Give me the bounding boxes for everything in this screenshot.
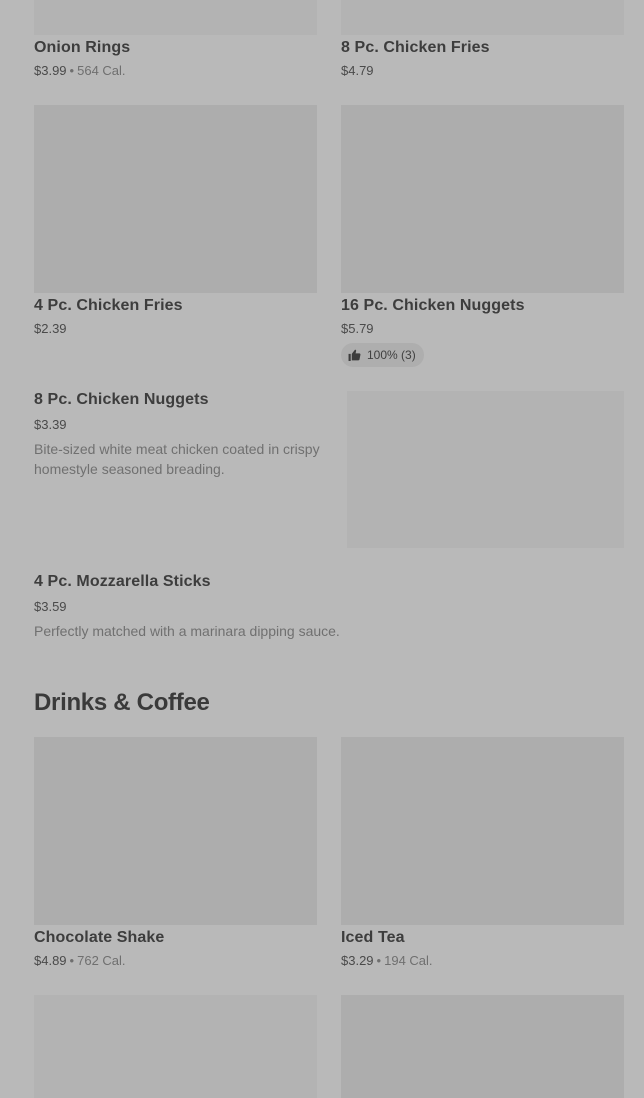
calories: 194 Cal. <box>384 953 433 968</box>
rating-text: 100% (3) <box>367 348 416 362</box>
thumbs-up-icon <box>348 349 361 361</box>
item-name-4pc-mozzarella-sticks[interactable]: 4 Pc. Mozzarella Sticks <box>34 573 211 591</box>
item-price-8pc-chicken-fries: $4.79 <box>341 63 374 78</box>
iced-tea-image[interactable] <box>341 737 624 925</box>
separator-dot: • <box>69 953 75 968</box>
drink-image[interactable] <box>34 995 317 1098</box>
menu-page: Onion Rings $3.99 • 564 Cal. 8 Pc. Chicken… <box>0 0 644 1098</box>
item-price-4pc-chicken-fries: $2.39 <box>34 321 67 336</box>
price: $3.39 <box>34 417 67 432</box>
item-price-onion-rings: $3.99 • 564 Cal. <box>34 63 126 78</box>
item-name-8pc-chicken-fries[interactable]: 8 Pc. Chicken Fries <box>341 39 490 57</box>
separator-dot: • <box>376 953 382 968</box>
8pc-chicken-fries-image[interactable] <box>341 0 624 35</box>
onion-rings-image[interactable] <box>34 0 317 35</box>
item-name-chocolate-shake[interactable]: Chocolate Shake <box>34 929 164 947</box>
8pc-chicken-nuggets-image[interactable] <box>347 391 624 548</box>
chocolate-shake-image[interactable] <box>34 737 317 925</box>
price: $3.59 <box>34 599 67 614</box>
price: $3.99 <box>34 63 67 78</box>
price: $2.39 <box>34 321 67 336</box>
item-price-8pc-chicken-nuggets: $3.39 <box>34 417 67 432</box>
item-name-8pc-chicken-nuggets[interactable]: 8 Pc. Chicken Nuggets <box>34 391 209 409</box>
item-name-4pc-chicken-fries[interactable]: 4 Pc. Chicken Fries <box>34 297 183 315</box>
price: $3.29 <box>341 953 374 968</box>
item-price-16pc-chicken-nuggets: $5.79 <box>341 321 374 336</box>
4pc-chicken-fries-image[interactable] <box>34 105 317 293</box>
item-price-4pc-mozzarella-sticks: $3.59 <box>34 599 67 614</box>
16pc-chicken-nuggets-image[interactable] <box>341 105 624 293</box>
price: $4.89 <box>34 953 67 968</box>
item-name-onion-rings[interactable]: Onion Rings <box>34 39 130 57</box>
calories: 564 Cal. <box>77 63 126 78</box>
item-price-chocolate-shake: $4.89 • 762 Cal. <box>34 953 126 968</box>
item-price-iced-tea: $3.29 • 194 Cal. <box>341 953 433 968</box>
section-title-drinks-coffee: Drinks & Coffee <box>34 689 210 716</box>
drink-image[interactable] <box>341 995 624 1098</box>
item-description-4pc-mozzarella-sticks: Perfectly matched with a marinara dippin… <box>34 623 340 639</box>
item-description-8pc-chicken-nuggets: Bite-sized white meat chicken coated in … <box>34 441 320 477</box>
rating-badge: 100% (3) <box>341 343 424 367</box>
calories: 762 Cal. <box>77 953 126 968</box>
separator-dot: • <box>69 63 75 78</box>
price: $5.79 <box>341 321 374 336</box>
item-name-16pc-chicken-nuggets[interactable]: 16 Pc. Chicken Nuggets <box>341 297 525 315</box>
price: $4.79 <box>341 63 374 78</box>
item-name-iced-tea[interactable]: Iced Tea <box>341 929 405 947</box>
